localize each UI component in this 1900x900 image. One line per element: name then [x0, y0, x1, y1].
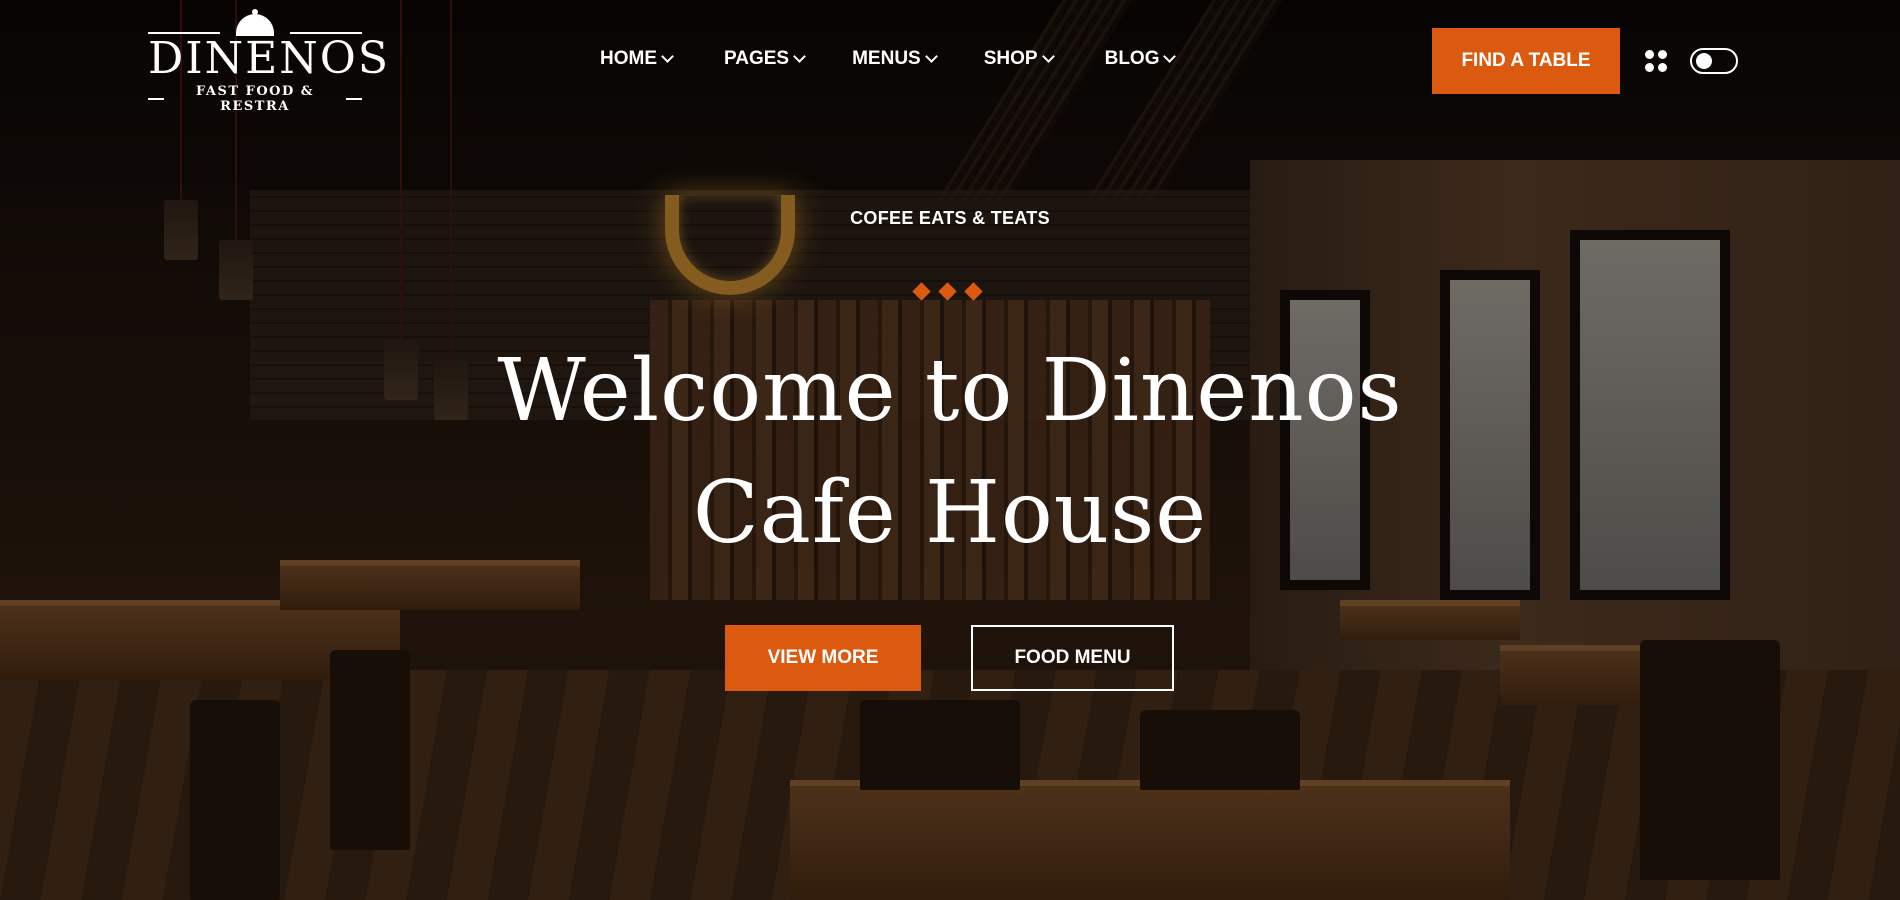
theme-toggle[interactable] [1690, 48, 1738, 74]
nav-item-pages[interactable]: PAGES [724, 48, 806, 70]
nav-item-home[interactable]: HOME [600, 48, 674, 70]
nav-item-label: BLOG [1104, 48, 1160, 69]
site-logo[interactable]: DINENOS FAST FOOD & RESTRA [148, 9, 390, 114]
logo-rule [148, 32, 220, 34]
hero-title: Welcome to Dinenos Cafe House [0, 330, 1900, 574]
view-more-button[interactable]: VIEW MORE [725, 625, 921, 691]
hero-kicker: COFEE EATS & TEATS [850, 208, 1050, 228]
chevron-down-icon [1041, 49, 1055, 63]
hero-title-line2: Cafe House [692, 463, 1208, 563]
chevron-down-icon [924, 49, 938, 63]
logo-dash [148, 98, 164, 100]
cloche-icon [236, 9, 274, 36]
find-a-table-button[interactable]: FIND A TABLE [1432, 28, 1620, 94]
nav-item-menus[interactable]: MENUS [852, 48, 938, 70]
hero-title-line1: Welcome to Dinenos [497, 341, 1403, 441]
nav-item-label: MENUS [852, 48, 921, 69]
main-nav: HOME PAGES MENUS SHOP BLOG [600, 48, 1177, 70]
nav-item-label: HOME [600, 48, 657, 69]
brand-name: DINENOS [148, 33, 390, 84]
logo-rule [290, 32, 362, 34]
diamond-divider-icon [912, 282, 983, 301]
grid-dots-icon[interactable] [1645, 50, 1667, 72]
logo-dash [346, 98, 362, 100]
nav-item-label: PAGES [724, 48, 790, 69]
nav-item-shop[interactable]: SHOP [983, 48, 1055, 70]
food-menu-button[interactable]: FOOD MENU [971, 625, 1174, 691]
chevron-down-icon [793, 49, 806, 63]
chevron-down-icon [661, 49, 674, 63]
chevron-down-icon [1163, 49, 1177, 63]
toggle-knob [1696, 53, 1712, 69]
nav-item-blog[interactable]: BLOG [1104, 48, 1177, 70]
nav-item-label: SHOP [983, 48, 1038, 69]
brand-tagline: FAST FOOD & RESTRA [195, 84, 315, 114]
